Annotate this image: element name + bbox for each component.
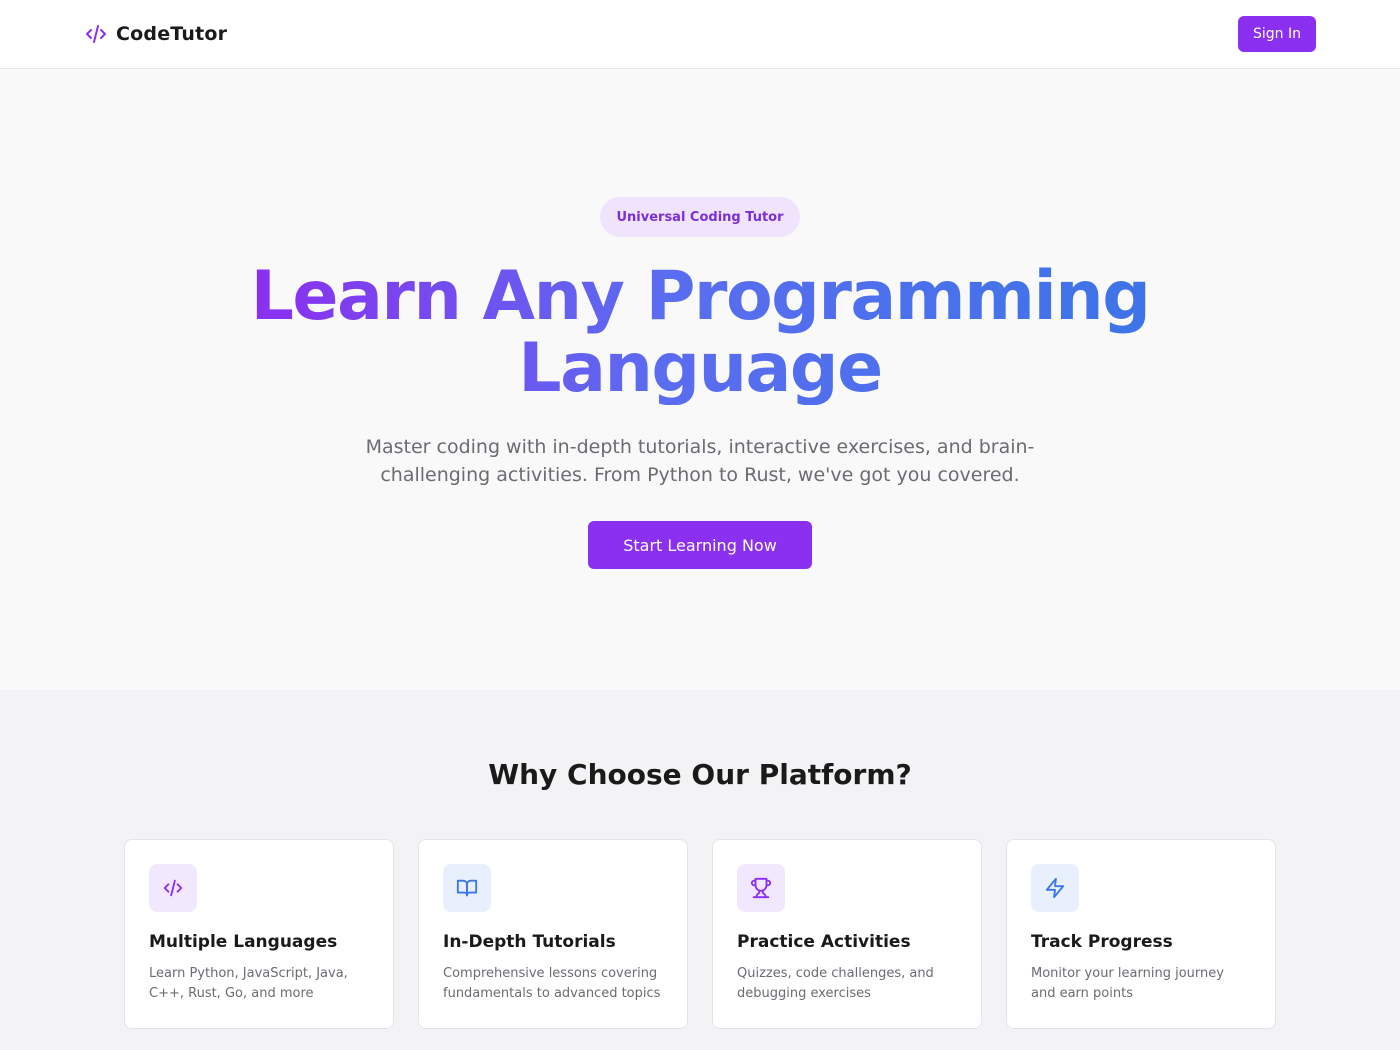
hero-subtitle: Master coding with in-depth tutorials, i… [365,436,1035,486]
hero-title: Learn Any Programming Language [250,257,1151,408]
features-section: Why Choose Our Platform? Multiple Langua… [0,690,1400,1050]
card-description: Quizzes, code challenges, and debugging … [737,966,934,1001]
code-icon [84,22,108,46]
hero-section: Universal Coding Tutor Learn Any Program… [0,69,1400,690]
card-description: Monitor your learning journey and earn p… [1031,966,1224,1001]
sign-in-button[interactable]: Sign In [1238,16,1316,52]
card-description: Comprehensive lessons covering fundament… [443,966,661,1001]
feature-card-languages[interactable]: Multiple Languages Learn Python, JavaScr… [124,839,394,1029]
card-title: Practice Activities [737,932,911,952]
feature-cards: Multiple Languages Learn Python, JavaScr… [124,839,1276,1029]
card-title: In-Depth Tutorials [443,932,616,952]
feature-card-progress[interactable]: Track Progress Monitor your learning jou… [1006,839,1276,1029]
card-description: Learn Python, JavaScript, Java, C++, Rus… [149,966,348,1001]
brand-name: CodeTutor [116,23,228,45]
brand[interactable]: CodeTutor [84,22,227,46]
card-title: Multiple Languages [149,932,338,952]
card-title: Track Progress [1031,932,1173,952]
start-learning-button[interactable]: Start Learning Now [588,521,812,569]
book-icon [443,864,491,912]
trophy-icon [737,864,785,912]
code-icon [149,864,197,912]
lightning-icon [1031,864,1079,912]
feature-card-activities[interactable]: Practice Activities Quizzes, code challe… [712,839,982,1029]
feature-card-tutorials[interactable]: In-Depth Tutorials Comprehensive lessons… [418,839,688,1029]
hero-badge: Universal Coding Tutor [600,197,800,237]
navbar: CodeTutor Sign In [0,0,1400,69]
features-title: Why Choose Our Platform? [488,758,912,791]
